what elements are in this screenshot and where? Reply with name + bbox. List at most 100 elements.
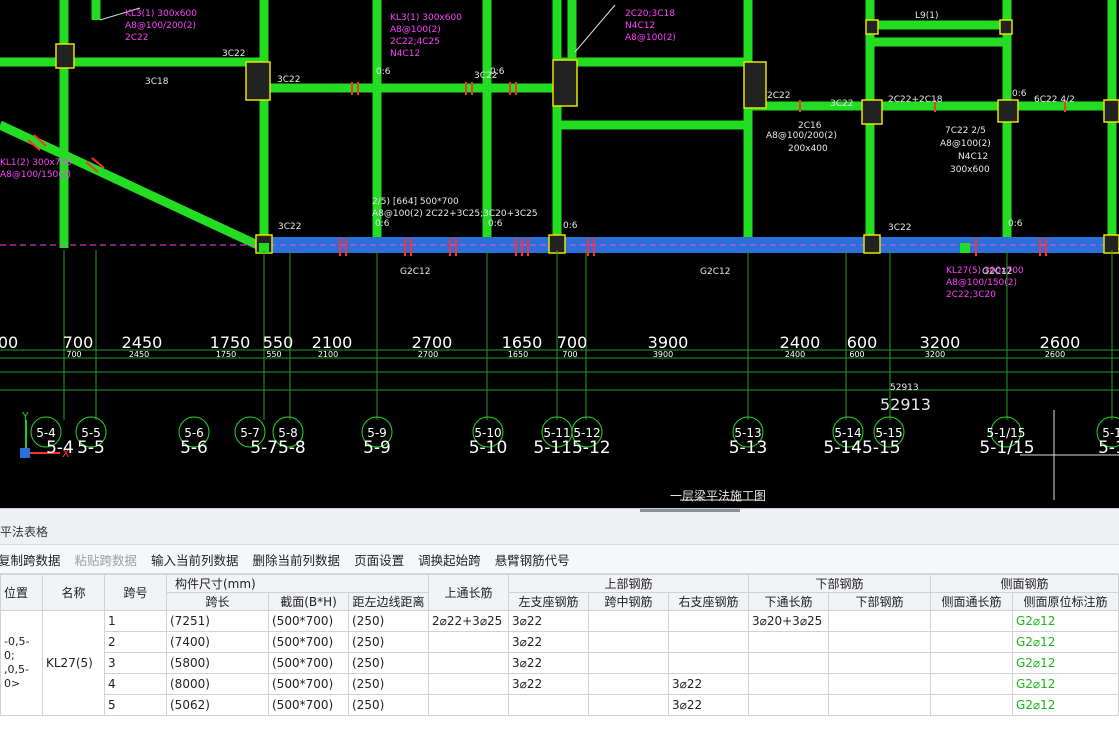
- cell-right[interactable]: 3⌀22: [668, 673, 749, 695]
- cell-sthru[interactable]: [930, 652, 1013, 674]
- cell-no[interactable]: 2: [104, 631, 167, 653]
- cell-left[interactable]: 3⌀22: [508, 652, 589, 674]
- cell-top[interactable]: [428, 652, 509, 674]
- cell-sorig[interactable]: G2⌀12: [1012, 673, 1119, 695]
- cell-sorig[interactable]: G2⌀12: [1012, 694, 1119, 716]
- table-row[interactable]: 2 (7400) (500*700) (250) 3⌀22 G2⌀12: [1, 631, 1119, 653]
- table-row[interactable]: 5 (5062) (500*700) (250) 3⌀22 G2⌀12: [1, 694, 1119, 716]
- cell-top[interactable]: 2⌀22+3⌀25: [428, 610, 509, 632]
- col-bottom-rebar[interactable]: 下部钢筋: [828, 592, 931, 611]
- position-cell[interactable]: -0,5-0; ,0,5-0>: [0, 610, 43, 716]
- cell-sthru[interactable]: [930, 673, 1013, 695]
- cell-sec[interactable]: (500*700): [268, 652, 349, 674]
- cell-mid[interactable]: [588, 610, 669, 632]
- cell-left[interactable]: [508, 694, 589, 716]
- svg-text:A8@100/150(2): A8@100/150(2): [946, 278, 1017, 288]
- cell-bot[interactable]: [828, 673, 931, 695]
- delete-current-column-button[interactable]: 删除当前列数据: [253, 550, 341, 569]
- cell-sorig[interactable]: G2⌀12: [1012, 652, 1119, 674]
- cell-sec[interactable]: (500*700): [268, 694, 349, 716]
- table-row[interactable]: -0,5-0; ,0,5-0> KL27(5) 1 (7251) (500*700) (25…: [0, 610, 1119, 716]
- col-span-no[interactable]: 跨号: [104, 574, 167, 611]
- swap-start-span-button[interactable]: 调换起始跨: [418, 550, 481, 569]
- col-right-support[interactable]: 右支座钢筋: [668, 592, 749, 611]
- col-span-length[interactable]: 跨长: [166, 592, 269, 611]
- table-row[interactable]: 4 (8000) (500*700) (250) 3⌀22 3⌀22 G2⌀12: [1, 673, 1119, 695]
- col-name[interactable]: 名称: [42, 574, 105, 611]
- splitter-grip[interactable]: [640, 509, 740, 512]
- copy-span-data-button[interactable]: 复制跨数据: [0, 550, 61, 569]
- input-current-column-button[interactable]: 输入当前列数据: [151, 550, 239, 569]
- cell-bot[interactable]: [828, 631, 931, 653]
- cell-bthru[interactable]: [748, 652, 829, 674]
- col-side-through[interactable]: 侧面通长筋: [930, 592, 1013, 611]
- cell-right[interactable]: 3⌀22: [668, 694, 749, 716]
- cell-sec[interactable]: (500*700): [268, 631, 349, 653]
- cell-no[interactable]: 4: [104, 673, 167, 695]
- cell-bthru[interactable]: [748, 631, 829, 653]
- cell-bot[interactable]: [828, 694, 931, 716]
- cell-left[interactable]: 3⌀22: [508, 610, 589, 632]
- cell-bot[interactable]: [828, 652, 931, 674]
- cell-right[interactable]: [668, 631, 749, 653]
- table-row[interactable]: 3 (5800) (500*700) (250) 3⌀22 G2⌀12: [1, 652, 1119, 674]
- cell-no[interactable]: 5: [104, 694, 167, 716]
- span-dimension-small: 600: [849, 350, 864, 359]
- cell-sec[interactable]: (500*700): [268, 673, 349, 695]
- cell-top[interactable]: [428, 673, 509, 695]
- col-position[interactable]: 位置: [0, 574, 43, 611]
- col-bottom-through[interactable]: 下通长筋: [748, 592, 829, 611]
- col-side-original[interactable]: 侧面原位标注筋: [1012, 592, 1119, 611]
- drawing-title: 一层梁平法施工图: [670, 488, 766, 503]
- span-dimension-small: 2450: [129, 350, 149, 359]
- svg-text:2C22;3C20: 2C22;3C20: [946, 290, 996, 300]
- cell-mid[interactable]: [588, 673, 669, 695]
- page-setup-button[interactable]: 页面设置: [354, 550, 404, 569]
- cell-mid[interactable]: [588, 631, 669, 653]
- cell-bthru[interactable]: [748, 694, 829, 716]
- svg-text:L9(1): L9(1): [915, 11, 939, 21]
- cell-bthru[interactable]: 3⌀20+3⌀25: [748, 610, 829, 632]
- cell-off[interactable]: (250): [348, 673, 429, 695]
- cell-off[interactable]: (250): [348, 652, 429, 674]
- name-cell[interactable]: KL27(5): [42, 610, 105, 716]
- cell-mid[interactable]: [588, 694, 669, 716]
- cell-off[interactable]: (250): [348, 631, 429, 653]
- cell-len[interactable]: (8000): [166, 673, 269, 695]
- paste-span-data-button[interactable]: 粘贴跨数据: [75, 550, 138, 569]
- cell-off[interactable]: (250): [348, 610, 429, 632]
- cell-off[interactable]: (250): [348, 694, 429, 716]
- cell-mid[interactable]: [588, 652, 669, 674]
- cell-sthru[interactable]: [930, 694, 1013, 716]
- cell-sorig[interactable]: G2⌀12: [1012, 610, 1119, 632]
- cell-sorig[interactable]: G2⌀12: [1012, 631, 1119, 653]
- cell-bot[interactable]: [828, 610, 931, 632]
- axis-label-large: 5-115-12: [533, 438, 610, 458]
- col-left-support[interactable]: 左支座钢筋: [508, 592, 589, 611]
- svg-text:3C22: 3C22: [222, 49, 245, 59]
- cell-top[interactable]: [428, 631, 509, 653]
- col-mid-span[interactable]: 跨中钢筋: [588, 592, 669, 611]
- cell-left[interactable]: 3⌀22: [508, 631, 589, 653]
- cell-right[interactable]: [668, 610, 749, 632]
- cell-len[interactable]: (5800): [166, 652, 269, 674]
- col-offset[interactable]: 距左边线距离: [348, 592, 429, 611]
- col-top-through[interactable]: 上通长筋: [428, 574, 509, 611]
- cell-no[interactable]: 1: [104, 610, 167, 632]
- cell-right[interactable]: [668, 652, 749, 674]
- cell-sthru[interactable]: [930, 610, 1013, 632]
- cell-sec[interactable]: (500*700): [268, 610, 349, 632]
- cell-len[interactable]: (7251): [166, 610, 269, 632]
- cell-no[interactable]: 3: [104, 652, 167, 674]
- cell-len[interactable]: (5062): [166, 694, 269, 716]
- cell-top[interactable]: [428, 694, 509, 716]
- cantilever-rebar-code-button[interactable]: 悬臂钢筋代号: [495, 550, 570, 569]
- axis-label-large: 5-5: [77, 438, 105, 458]
- col-section[interactable]: 截面(B*H): [268, 592, 349, 611]
- cell-sthru[interactable]: [930, 631, 1013, 653]
- cell-bthru[interactable]: [748, 673, 829, 695]
- cell-left[interactable]: 3⌀22: [508, 673, 589, 695]
- svg-text:Y: Y: [21, 410, 29, 423]
- cad-drawing-canvas[interactable]: Y X 00 700 2450 1750 550 2100 2700 1650 700 3900 2…: [0, 0, 1119, 508]
- cell-len[interactable]: (7400): [166, 631, 269, 653]
